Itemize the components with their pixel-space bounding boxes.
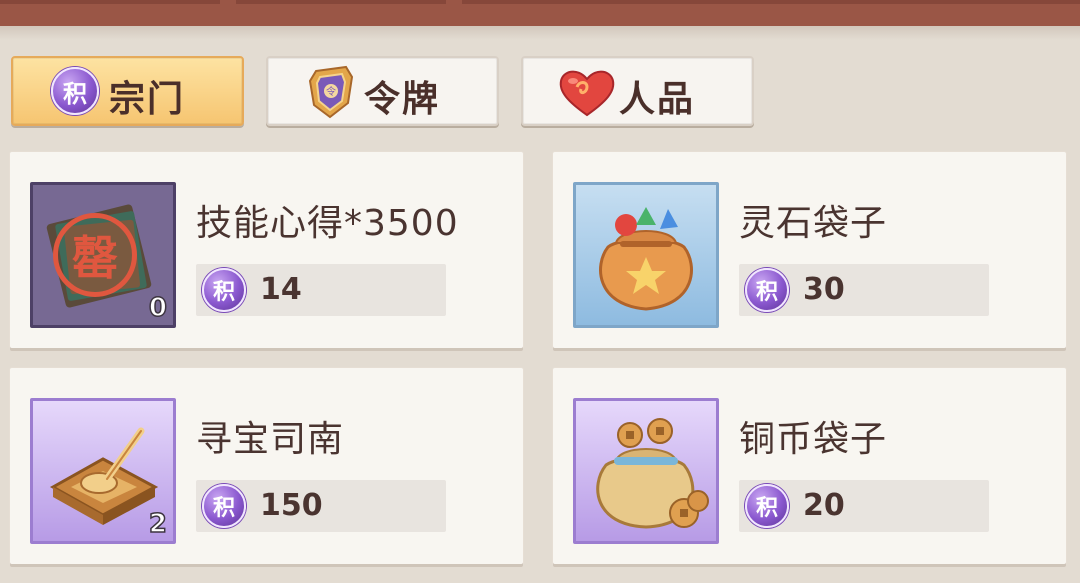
points-coin-icon: 积 bbox=[202, 268, 246, 312]
points-coin-icon: 积 bbox=[745, 484, 789, 528]
tab-sect-label: 宗门 bbox=[109, 79, 186, 120]
tab-sect[interactable]: 积 宗门 bbox=[11, 56, 244, 126]
item-name: 灵石袋子 bbox=[739, 203, 888, 244]
price-box: 积 14 bbox=[196, 264, 446, 316]
svg-text:令: 令 bbox=[326, 85, 336, 98]
sect-points-coin-icon: 积 bbox=[51, 67, 99, 115]
owned-count: 0 bbox=[148, 292, 168, 324]
shop-item-card[interactable]: 灵石袋子 积 30 bbox=[553, 152, 1066, 348]
sold-out-stamp: 罄 bbox=[53, 213, 137, 297]
item-name: 铜币袋子 bbox=[739, 419, 888, 460]
top-bar-shadow bbox=[0, 26, 1080, 40]
item-price: 20 bbox=[803, 488, 845, 523]
coin-text: 积 bbox=[212, 496, 235, 521]
item-icon-frame: 罄 0 bbox=[30, 182, 176, 328]
coin-text: 积 bbox=[212, 280, 235, 305]
spirit-stone-bag-icon bbox=[599, 207, 693, 311]
token-medal-icon: 令 bbox=[308, 65, 354, 119]
item-price: 14 bbox=[260, 272, 302, 307]
sold-out-stamp-text: 罄 bbox=[72, 231, 118, 285]
points-coin-icon: 积 bbox=[745, 268, 789, 312]
tab-character-label: 人品 bbox=[619, 79, 696, 120]
points-coin-icon: 积 bbox=[202, 484, 246, 528]
price-box: 积 20 bbox=[739, 480, 989, 532]
price-box: 积 150 bbox=[196, 480, 446, 532]
shop-item-card[interactable]: 2 寻宝司南 积 150 bbox=[10, 368, 523, 564]
item-name: 技能心得*3500 bbox=[196, 203, 459, 244]
tab-token-label: 令牌 bbox=[364, 79, 441, 120]
item-icon-frame bbox=[573, 182, 719, 328]
tab-character[interactable]: 人品 bbox=[521, 56, 754, 126]
shop-item-card[interactable]: 铜币袋子 积 20 bbox=[553, 368, 1066, 564]
coin-text: 积 bbox=[755, 280, 778, 305]
top-bar bbox=[0, 0, 1080, 26]
copper-coin-bag-icon bbox=[596, 418, 709, 529]
item-icon-frame: 2 bbox=[30, 398, 176, 544]
owned-count: 2 bbox=[148, 508, 168, 540]
item-price: 30 bbox=[803, 272, 845, 307]
heart-icon bbox=[559, 70, 615, 117]
item-price: 150 bbox=[260, 488, 323, 523]
coin-text: 积 bbox=[755, 496, 778, 521]
shop-item-card[interactable]: 罄 0 技能心得*3500 积 14 bbox=[10, 152, 523, 348]
coin-text: 积 bbox=[63, 79, 87, 108]
item-icon-frame bbox=[573, 398, 719, 544]
tab-token[interactable]: 令 令牌 bbox=[266, 56, 499, 126]
price-box: 积 30 bbox=[739, 264, 989, 316]
item-name: 寻宝司南 bbox=[196, 419, 345, 460]
